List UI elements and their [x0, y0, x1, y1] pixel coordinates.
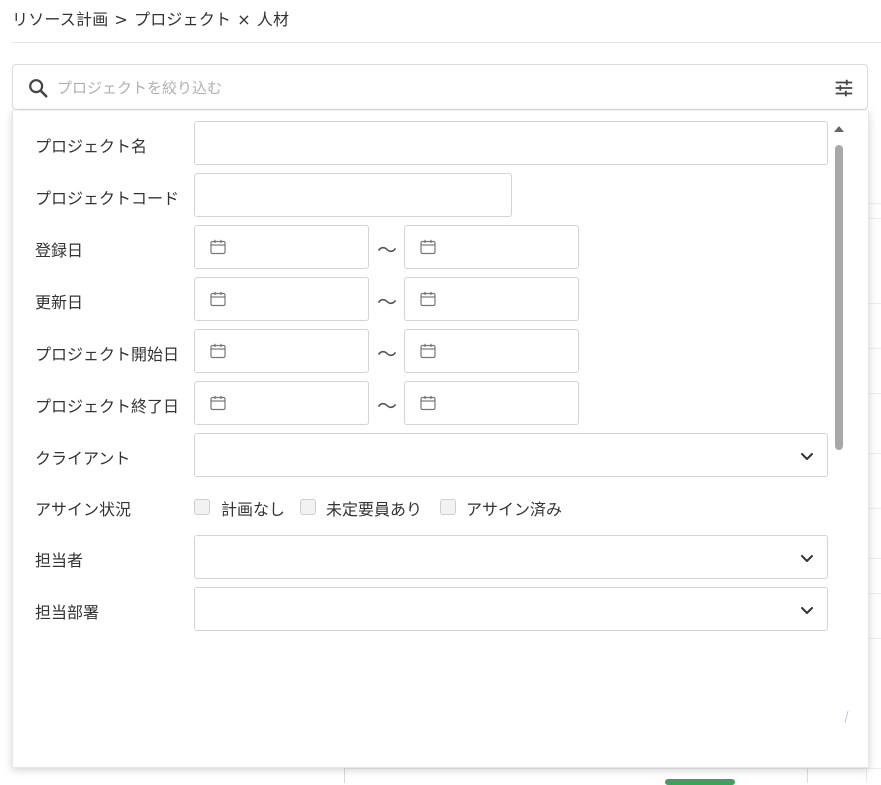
assign-status-label: アサイン状況: [35, 500, 132, 519]
breadcrumb-separator: ×: [237, 10, 251, 29]
resize-corner-icon: [844, 711, 849, 724]
calendar-icon: [420, 239, 436, 255]
project-code-field[interactable]: [194, 173, 512, 217]
calendar-icon: [420, 291, 436, 307]
department-label: 担当部署: [35, 603, 100, 622]
calendar-icon: [420, 395, 436, 411]
project-search-bar: [12, 64, 868, 110]
search-icon: [29, 79, 48, 98]
calendar-icon: [210, 395, 226, 411]
background-progress-pill: [665, 779, 735, 785]
calendar-icon: [210, 343, 226, 359]
header-divider: [12, 42, 881, 43]
checkbox-assigned[interactable]: [440, 499, 456, 515]
end-date-from[interactable]: [194, 381, 369, 425]
caret-up-icon[interactable]: [833, 123, 845, 133]
calendar-icon: [420, 343, 436, 359]
checkbox-label-undecided-member: 未定要員あり: [326, 500, 423, 519]
range-separator: ～: [377, 238, 397, 262]
checkbox-label-assigned: アサイン済み: [466, 500, 563, 519]
updated-date-to[interactable]: [404, 277, 579, 321]
background-table-bottom: [344, 768, 881, 785]
checkbox-no-plan[interactable]: [194, 499, 210, 515]
breadcrumb-talent: 人材: [256, 10, 290, 29]
owner-select[interactable]: [194, 535, 828, 579]
owner-label: 担当者: [35, 551, 84, 570]
start-date-from[interactable]: [194, 329, 369, 373]
checkbox-undecided-member[interactable]: [300, 499, 316, 515]
filter-panel-scrollbar[interactable]: [831, 111, 847, 731]
range-separator: ～: [377, 342, 397, 366]
range-separator: ～: [377, 290, 397, 314]
start-date-label: プロジェクト開始日: [35, 345, 180, 364]
end-date-to[interactable]: [404, 381, 579, 425]
range-separator: ～: [377, 394, 397, 418]
breadcrumb-root[interactable]: リソース計画: [12, 10, 108, 29]
updated-date-label: 更新日: [35, 293, 84, 312]
checkbox-label-no-plan: 計画なし: [221, 500, 286, 519]
breadcrumb-separator: >: [114, 10, 129, 29]
project-search-input[interactable]: [55, 73, 819, 103]
project-code-input[interactable]: [195, 174, 511, 216]
updated-date-from[interactable]: [194, 277, 369, 321]
calendar-icon: [210, 239, 226, 255]
registered-date-to[interactable]: [404, 225, 579, 269]
project-name-field[interactable]: [194, 121, 828, 165]
end-date-label: プロジェクト終了日: [35, 397, 180, 416]
chevron-down-icon: [801, 607, 813, 614]
sliders-icon[interactable]: [833, 77, 855, 99]
client-label: クライアント: [35, 449, 131, 468]
start-date-to[interactable]: [404, 329, 579, 373]
project-name-input[interactable]: [195, 122, 827, 164]
breadcrumb-project: プロジェクト: [134, 10, 232, 29]
chevron-down-icon: [801, 453, 813, 460]
registered-date-from[interactable]: [194, 225, 369, 269]
filter-panel: プロジェクト名 プロジェクトコード 登録日 ～ 更新日 ～ プロジェクト開始日 …: [12, 111, 869, 768]
breadcrumb: リソース計画 > プロジェクト × 人材: [12, 6, 289, 30]
department-select[interactable]: [194, 587, 828, 631]
client-select[interactable]: [194, 433, 828, 477]
background-column-line: [807, 769, 808, 783]
project-name-label: プロジェクト名: [35, 137, 148, 156]
calendar-icon: [210, 291, 226, 307]
registered-date-label: 登録日: [35, 241, 84, 260]
scrollbar-thumb[interactable]: [835, 145, 843, 450]
project-code-label: プロジェクトコード: [35, 189, 180, 208]
chevron-down-icon: [801, 555, 813, 562]
